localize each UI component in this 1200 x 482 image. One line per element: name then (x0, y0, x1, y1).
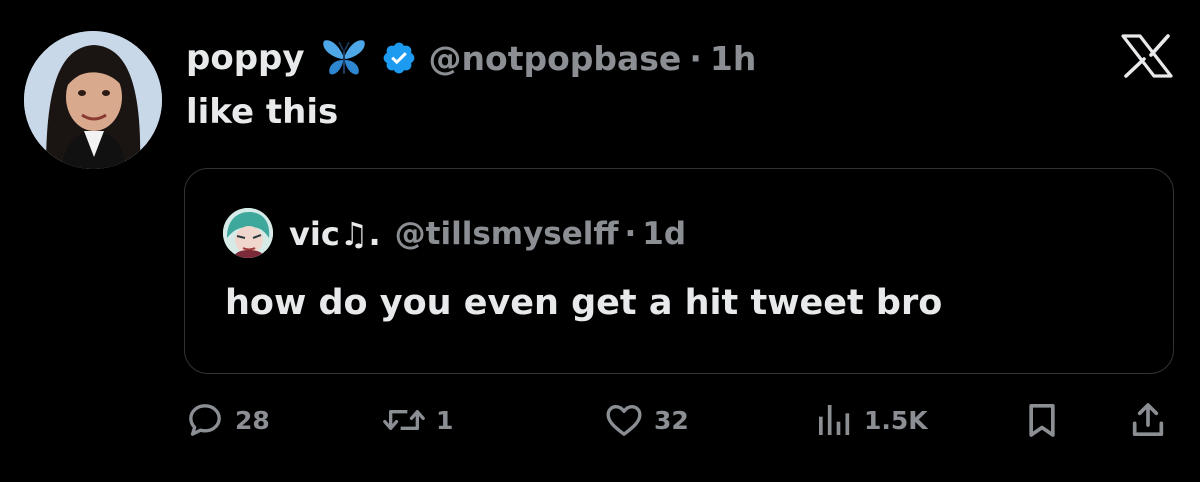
retweet-button[interactable]: 1 (382, 398, 453, 442)
reply-icon (189, 404, 221, 436)
tweet-header: poppy @notpopbase · 1h (186, 30, 756, 86)
x-logo-icon[interactable] (1120, 34, 1174, 78)
quoted-tweet-timestamp[interactable]: 1d (642, 216, 686, 252)
retweet-count: 1 (436, 405, 454, 435)
quoted-author-avatar[interactable] (223, 208, 273, 258)
quoted-tweet-text: how do you even get a hit tweet bro (225, 283, 943, 323)
quoted-author-handle[interactable]: @tillsmyselff (395, 216, 619, 252)
tweet-timestamp[interactable]: 1h (710, 39, 756, 78)
butterfly-emoji-icon (321, 38, 367, 78)
like-button[interactable]: 32 (604, 398, 689, 442)
view-count: 1.5K (864, 405, 928, 435)
quoted-tweet-header: vic♫. @tillsmyselff · 1d (289, 209, 686, 259)
retweet-icon (383, 410, 425, 430)
share-button[interactable] (1128, 398, 1168, 442)
author-avatar[interactable] (24, 31, 162, 169)
bookmark-icon (1029, 404, 1055, 437)
views-button[interactable]: 1.5K (814, 398, 928, 442)
separator-dot: · (624, 216, 637, 252)
like-count: 32 (654, 405, 689, 435)
verified-badge-icon[interactable] (381, 40, 417, 76)
analytics-icon (819, 405, 850, 435)
share-icon (1132, 403, 1164, 436)
quoted-tweet[interactable]: vic♫. @tillsmyselff · 1d how do you even… (184, 168, 1174, 374)
tweet-card: poppy @notpopbase · 1h like this vic♫. @… (0, 0, 1200, 482)
reply-count: 28 (235, 405, 270, 435)
author-handle[interactable]: @notpopbase (429, 39, 682, 78)
author-display-name[interactable]: poppy (186, 38, 305, 78)
heart-icon (606, 405, 642, 436)
separator-dot: · (689, 38, 702, 78)
bookmark-button[interactable] (1022, 398, 1062, 442)
tweet-text: like this (186, 92, 339, 132)
quoted-author-display-name[interactable]: vic♫. (289, 215, 381, 253)
reply-button[interactable]: 28 (185, 398, 270, 442)
